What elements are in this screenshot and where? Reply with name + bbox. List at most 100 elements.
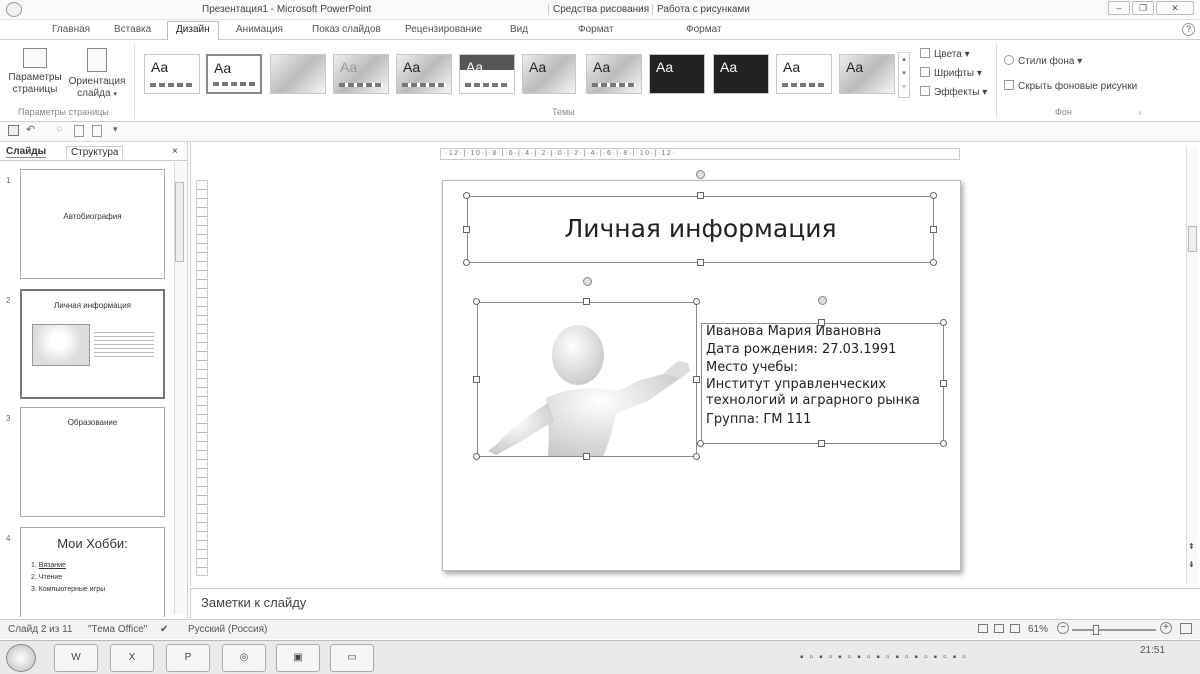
restore-button[interactable]: ❐ — [1132, 1, 1154, 15]
scroll-thumb[interactable] — [1188, 226, 1197, 252]
textbox-rotate-handle[interactable] — [818, 296, 827, 305]
tab-design[interactable]: Дизайн — [167, 21, 219, 41]
zoom-in-icon[interactable]: + — [1160, 622, 1172, 634]
info-text[interactable]: Иванова Мария Ивановна Дата рождения: 27… — [706, 323, 920, 429]
theme-thumb-9[interactable]: Aa — [649, 54, 705, 94]
resize-handle[interactable] — [930, 192, 937, 199]
theme-thumb-7[interactable]: Aa — [522, 54, 576, 94]
print-preview-icon[interactable] — [92, 125, 102, 137]
theme-thumb-3[interactable] — [270, 54, 326, 94]
open-icon[interactable] — [74, 125, 84, 137]
tab-review[interactable]: Рецензирование — [405, 24, 482, 35]
view-slideshow-icon[interactable] — [1010, 624, 1020, 633]
theme-fonts-button[interactable]: Шрифты ▾ — [920, 67, 982, 79]
slide-thumbnail-1[interactable]: Автобиография — [20, 169, 165, 279]
resize-handle[interactable] — [583, 453, 590, 460]
slide-thumbnail-3[interactable]: Образование — [20, 407, 165, 517]
resize-handle[interactable] — [473, 376, 480, 383]
customize-qat-icon[interactable]: ▾ — [113, 124, 118, 135]
scroll-thumb[interactable] — [175, 182, 184, 262]
redo-icon[interactable]: ○ — [56, 123, 63, 135]
resize-handle[interactable] — [818, 440, 825, 447]
picture-rotate-handle[interactable] — [583, 277, 592, 286]
zoom-level[interactable]: 61% — [1028, 624, 1048, 635]
resize-handle[interactable] — [693, 376, 700, 383]
save-icon[interactable] — [8, 125, 19, 136]
title-rotate-handle[interactable] — [696, 170, 705, 179]
editor-scrollbar[interactable]: ⇞ ⇟ — [1186, 146, 1198, 584]
resize-handle[interactable] — [473, 453, 480, 460]
resize-handle[interactable] — [463, 192, 470, 199]
resize-handle[interactable] — [697, 440, 704, 447]
resize-handle[interactable] — [693, 453, 700, 460]
view-normal-icon[interactable] — [978, 624, 988, 633]
theme-thumb-8[interactable]: Aa — [586, 54, 642, 94]
resize-handle[interactable] — [697, 259, 704, 266]
office-button[interactable] — [6, 2, 22, 17]
minimize-button[interactable]: – — [1108, 1, 1130, 15]
clock[interactable]: 21:51 — [1140, 645, 1165, 656]
tray-icons[interactable]: ▪▫▪▫▪▫▪▫▪▫▪▫▪▫▪▫▪▫ — [800, 652, 972, 663]
slides-scrollbar[interactable] — [174, 162, 184, 614]
tab-home[interactable]: Главная — [52, 24, 90, 35]
slide-picture[interactable] — [477, 302, 697, 457]
view-sorter-icon[interactable] — [994, 624, 1004, 633]
taskbar-app-icon[interactable]: ▣ — [276, 644, 320, 672]
page-setup-button[interactable]: Параметры страницы — [6, 48, 64, 96]
theme-effects-button[interactable]: Эффекты ▾ — [920, 86, 987, 98]
close-button[interactable]: ✕ — [1156, 1, 1194, 15]
next-slide-icon[interactable]: ⇟ — [1188, 560, 1195, 569]
help-icon[interactable]: ? — [1182, 23, 1195, 36]
resize-handle[interactable] — [940, 319, 947, 326]
close-panel-icon[interactable]: × — [172, 146, 178, 157]
tab-slideshow[interactable]: Показ слайдов — [312, 24, 381, 35]
taskbar-explorer-icon[interactable]: ▭ — [330, 644, 374, 672]
zoom-slider[interactable] — [1072, 625, 1156, 635]
slide-thumbnail-2[interactable]: Личная информация — [20, 289, 165, 399]
resize-handle[interactable] — [940, 380, 947, 387]
resize-handle[interactable] — [930, 226, 937, 233]
resize-handle[interactable] — [930, 259, 937, 266]
tab-format-picture[interactable]: Формат — [686, 24, 722, 35]
language-indicator[interactable]: Русский (Россия) — [188, 624, 267, 635]
notes-pane[interactable]: Заметки к слайду — [190, 588, 1200, 618]
tab-animation[interactable]: Анимация — [236, 24, 283, 35]
theme-thumb-office[interactable]: Aa — [144, 54, 200, 94]
hide-background-checkbox[interactable]: Скрыть фоновые рисунки — [1004, 80, 1137, 92]
undo-icon[interactable]: ↶ — [26, 123, 35, 136]
taskbar-browser-icon[interactable]: ◎ — [222, 644, 266, 672]
theme-thumb-10[interactable]: Aa — [713, 54, 769, 94]
theme-thumb-6[interactable]: Aa — [459, 54, 515, 94]
resize-handle[interactable] — [473, 298, 480, 305]
resize-handle[interactable] — [463, 259, 470, 266]
resize-handle[interactable] — [940, 440, 947, 447]
background-styles-button[interactable]: Стили фона ▾ — [1004, 55, 1082, 67]
dialog-launcher-icon[interactable]: ⌟ — [1138, 106, 1142, 115]
resize-handle[interactable] — [693, 298, 700, 305]
spellcheck-icon[interactable]: ✔ — [160, 624, 168, 635]
zoom-slider-handle[interactable] — [1092, 625, 1099, 635]
tab-view[interactable]: Вид — [510, 24, 528, 35]
fit-to-window-icon[interactable] — [1180, 623, 1192, 634]
tab-outline[interactable]: Структура — [66, 146, 124, 158]
tab-insert[interactable]: Вставка — [114, 24, 151, 35]
tab-format-drawing[interactable]: Формат — [578, 24, 614, 35]
slide-orientation-button[interactable]: Ориентация слайда ▾ — [66, 48, 128, 101]
theme-gallery-scroll[interactable]: ▴ ▾ ▿ — [898, 52, 910, 98]
start-button[interactable] — [6, 644, 36, 672]
slide-title[interactable]: Личная информация — [467, 214, 934, 243]
taskbar-powerpoint-icon[interactable]: P — [166, 644, 210, 672]
theme-thumb-11[interactable]: Aa — [776, 54, 832, 94]
zoom-out-icon[interactable]: − — [1057, 622, 1069, 634]
resize-handle[interactable] — [583, 298, 590, 305]
prev-slide-icon[interactable]: ⇞ — [1188, 542, 1195, 551]
tab-slides[interactable]: Слайды — [6, 146, 47, 158]
theme-thumb-4[interactable]: Aa — [333, 54, 389, 94]
resize-handle[interactable] — [463, 226, 470, 233]
taskbar-word-icon[interactable]: W — [54, 644, 98, 672]
resize-handle[interactable] — [818, 319, 825, 326]
theme-colors-button[interactable]: Цвета ▾ — [920, 48, 970, 60]
theme-thumb-5[interactable]: Aa — [396, 54, 452, 94]
resize-handle[interactable] — [697, 192, 704, 199]
theme-thumb-selected[interactable]: Aa — [206, 54, 262, 94]
